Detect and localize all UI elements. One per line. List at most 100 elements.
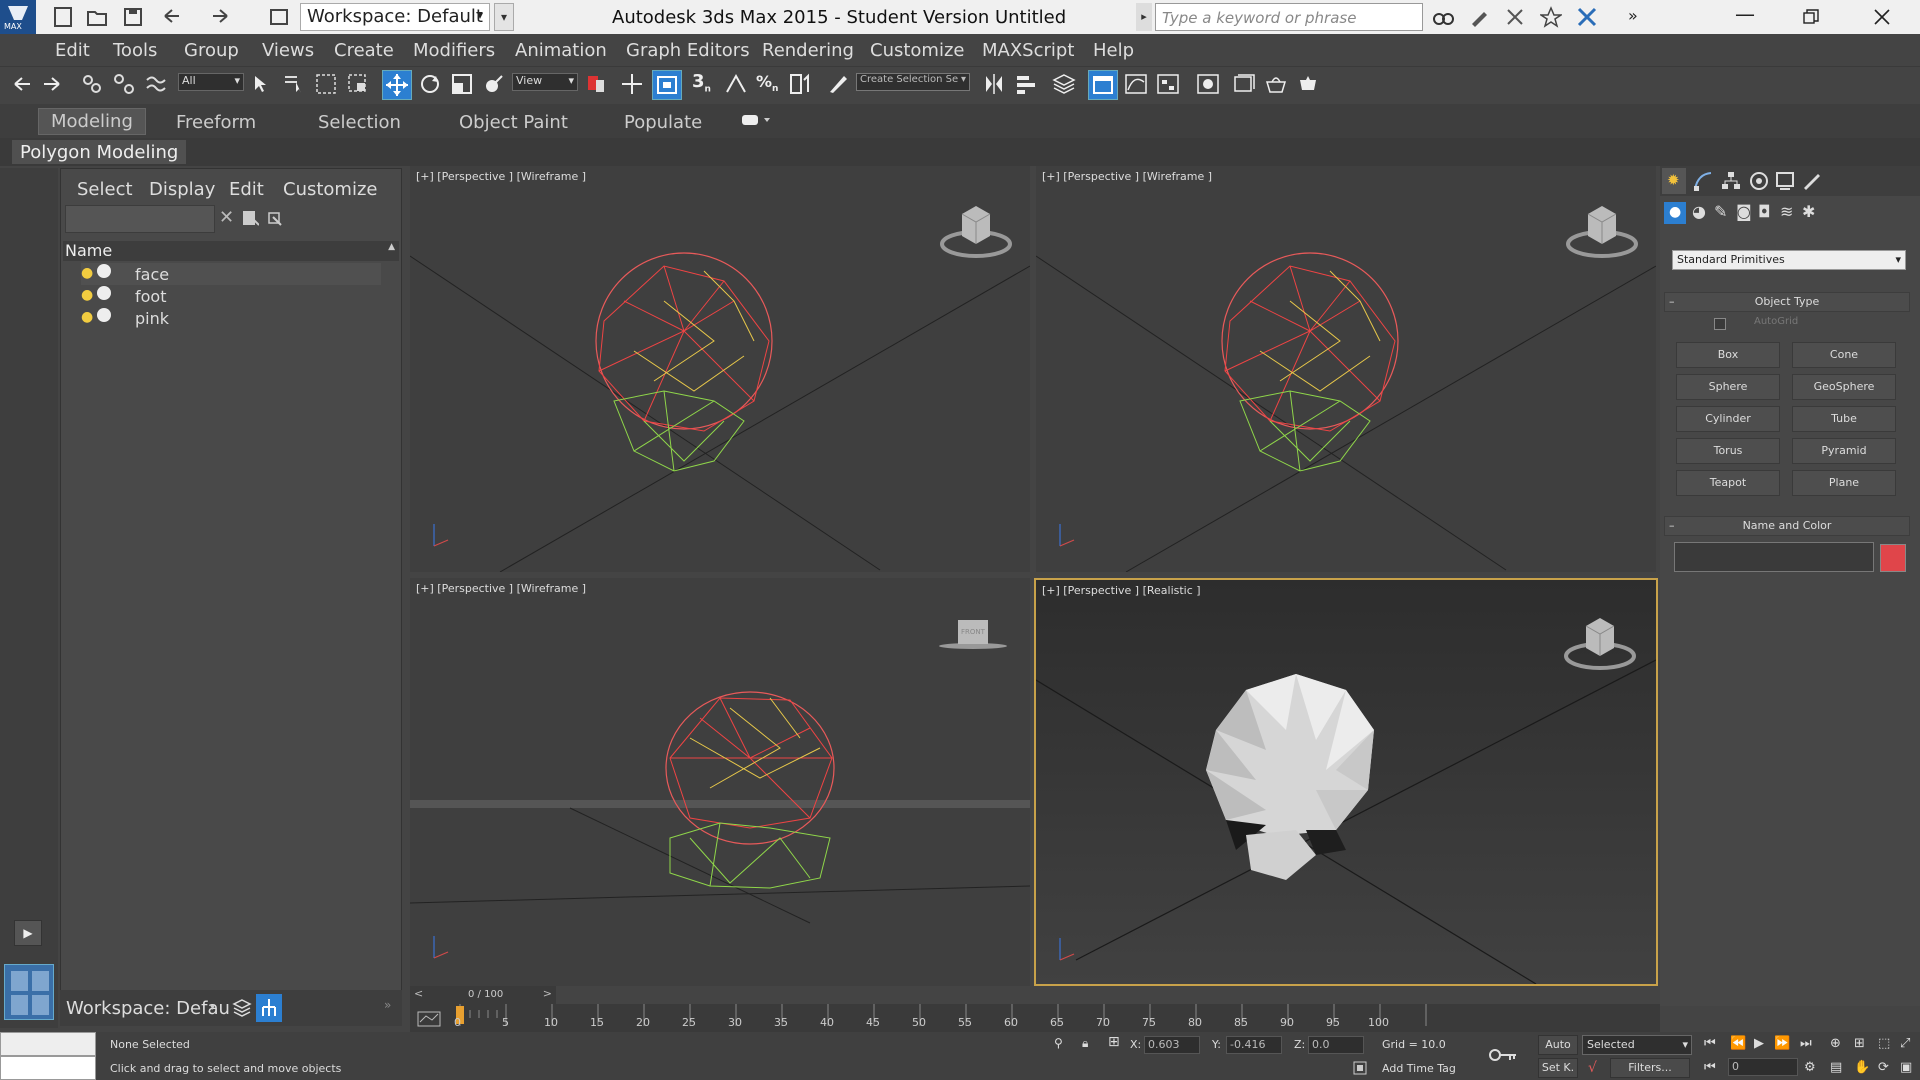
geometry-category-button[interactable]: ● (1664, 202, 1686, 224)
edit-named-selection-icon[interactable] (826, 72, 850, 96)
shapes-category-icon[interactable]: ◕ (1692, 202, 1706, 221)
y-coordinate-field[interactable]: -0.416 (1226, 1036, 1282, 1054)
pyramid-button[interactable]: Pyramid (1792, 438, 1896, 464)
cone-button[interactable]: Cone (1792, 342, 1896, 368)
light-bulb-icon[interactable]: ● (81, 265, 93, 281)
menu-edit[interactable]: Edit (55, 40, 90, 61)
menu-rendering[interactable]: Rendering (762, 40, 854, 61)
zoom-icon[interactable]: ⊕ (1830, 1036, 1841, 1051)
hierarchy-tab-icon[interactable] (1720, 170, 1742, 192)
previous-frame-icon[interactable]: ⏪ (1730, 1036, 1746, 1051)
visibility-toggle-icon[interactable] (97, 264, 111, 278)
move-tool-button[interactable] (382, 70, 412, 100)
zoom-extents-icon[interactable]: ⬚ (1878, 1036, 1890, 1051)
percent-snap-toggle[interactable]: %n (756, 72, 778, 94)
field-of-view-icon[interactable]: ▤ (1830, 1060, 1842, 1075)
menu-animation[interactable]: Animation (515, 40, 607, 61)
binoculars-icon[interactable] (1432, 6, 1454, 28)
object-color-swatch[interactable] (1880, 544, 1906, 572)
tube-button[interactable]: Tube (1792, 406, 1896, 432)
select-by-name-icon[interactable] (282, 72, 306, 96)
place-icon[interactable] (482, 72, 506, 96)
maximize-viewport-icon[interactable]: ▣ (1900, 1060, 1912, 1075)
favorites-star-icon[interactable] (1540, 6, 1562, 28)
undo-icon[interactable] (160, 6, 182, 28)
unlink-icon[interactable] (112, 72, 136, 96)
explorer-workspace-label[interactable]: Workspace: Defau (66, 998, 230, 1019)
sync-selection-icon[interactable] (265, 209, 283, 227)
redo-icon[interactable] (210, 6, 232, 28)
restore-button[interactable] (1803, 9, 1819, 25)
keyboard-shortcut-toggle[interactable] (652, 70, 682, 100)
time-slider-left-arrow[interactable]: < (414, 987, 423, 1000)
name-color-rollout-header[interactable]: – Name and Color (1664, 516, 1910, 536)
viewport-perspective-top-left[interactable]: [+] [Perspective ] [Wireframe ] (410, 166, 1030, 572)
schematic-view-icon[interactable] (1156, 72, 1180, 96)
selection-filter-dropdown[interactable]: All ▾ (178, 73, 244, 91)
exchange-x-icon[interactable] (1576, 6, 1598, 28)
select-object-icon[interactable] (250, 72, 274, 96)
tab-freeform[interactable]: Freeform (176, 112, 256, 133)
menu-help[interactable]: Help (1093, 40, 1134, 61)
open-file-icon[interactable] (86, 6, 108, 28)
explorer-menu-customize[interactable]: Customize (283, 179, 377, 200)
communication-center-icon[interactable] (1504, 6, 1526, 28)
named-selection-dropdown[interactable]: Create Selection Se ▾ (856, 73, 970, 91)
subscription-icon[interactable] (1468, 6, 1490, 28)
close-button[interactable] (1874, 9, 1890, 25)
default-in-out-icon[interactable]: √ (1588, 1060, 1597, 1076)
absolute-mode-icon[interactable]: ⊞ (1108, 1034, 1120, 1050)
create-tab[interactable]: ✹ (1662, 168, 1686, 194)
scale-icon[interactable] (450, 72, 474, 96)
menu-views[interactable]: Views (262, 40, 314, 61)
menu-tools[interactable]: Tools (113, 40, 157, 61)
hierarchy-view-button[interactable] (256, 994, 282, 1022)
light-bulb-icon[interactable]: ● (81, 309, 93, 325)
viewport-layout-button[interactable] (4, 964, 54, 1020)
minimize-button[interactable]: — (1735, 2, 1755, 26)
align-icon[interactable] (1014, 72, 1038, 96)
set-key-button[interactable]: Set K. (1538, 1058, 1578, 1078)
layer-manager-icon[interactable] (1052, 72, 1076, 96)
plane-button[interactable]: Plane (1792, 470, 1896, 496)
cylinder-button[interactable]: Cylinder (1676, 406, 1780, 432)
key-icon[interactable] (1488, 1046, 1518, 1064)
workspace-menu-button[interactable]: ▾ (494, 3, 514, 31)
reference-coordinate-dropdown[interactable]: View ▾ (512, 73, 578, 91)
spinner-snap-icon[interactable] (788, 72, 812, 96)
timeline-track[interactable]: 0 5 10 15 20 25 30 35 40 45 50 55 60 65 … (410, 1004, 1660, 1032)
object-type-rollout-header[interactable]: – Object Type (1664, 292, 1910, 312)
search-expand-button[interactable]: ▸ (1136, 3, 1152, 31)
pan-view-icon[interactable]: ✋ (1854, 1060, 1870, 1075)
workspace-dropdown[interactable]: Workspace: Default ▾ (300, 3, 490, 31)
motion-tab-icon[interactable] (1748, 170, 1770, 192)
ribbon-options-button[interactable] (740, 112, 774, 128)
tab-modeling[interactable]: Modeling (38, 108, 146, 135)
key-filters-button[interactable]: Filters... (1610, 1058, 1690, 1078)
object-name-field[interactable] (1674, 542, 1874, 572)
go-to-end-icon[interactable]: ⏭ (1800, 1036, 1812, 1051)
more-chevron-icon[interactable]: » (384, 998, 391, 1012)
redo-icon[interactable] (40, 72, 64, 96)
autogrid-checkbox[interactable] (1714, 318, 1726, 330)
isolate-selection-icon[interactable]: ⚲ (1054, 1036, 1063, 1050)
new-file-icon[interactable] (52, 6, 74, 28)
zoom-all-icon[interactable]: ⊞ (1854, 1036, 1865, 1051)
mini-curve-editor-icon[interactable] (416, 1010, 442, 1028)
viewcube-front[interactable]: FRONT (936, 618, 1010, 650)
pivot-center-icon[interactable] (584, 72, 608, 96)
key-mode-icon[interactable]: ⏮ (1704, 1060, 1716, 1075)
tab-selection[interactable]: Selection (318, 112, 401, 133)
maxscript-listener[interactable] (0, 1032, 96, 1056)
spacewarps-category-icon[interactable]: ≋ (1780, 202, 1793, 221)
menu-maxscript[interactable]: MAXScript (982, 40, 1074, 61)
project-folder-icon[interactable] (268, 6, 290, 28)
visibility-toggle-icon[interactable] (97, 286, 111, 300)
zoom-extents-all-icon[interactable]: ⤢ (1900, 1036, 1910, 1051)
maxscript-mini-listener[interactable] (0, 1056, 96, 1080)
snaps-toggle[interactable]: 3n (692, 71, 711, 95)
selection-lock-icon[interactable]: 🔒︎ (1082, 1036, 1088, 1051)
app-logo[interactable]: MAX (0, 0, 36, 34)
scene-object-row[interactable]: ● pink (81, 307, 381, 329)
mirror-icon[interactable] (982, 72, 1006, 96)
